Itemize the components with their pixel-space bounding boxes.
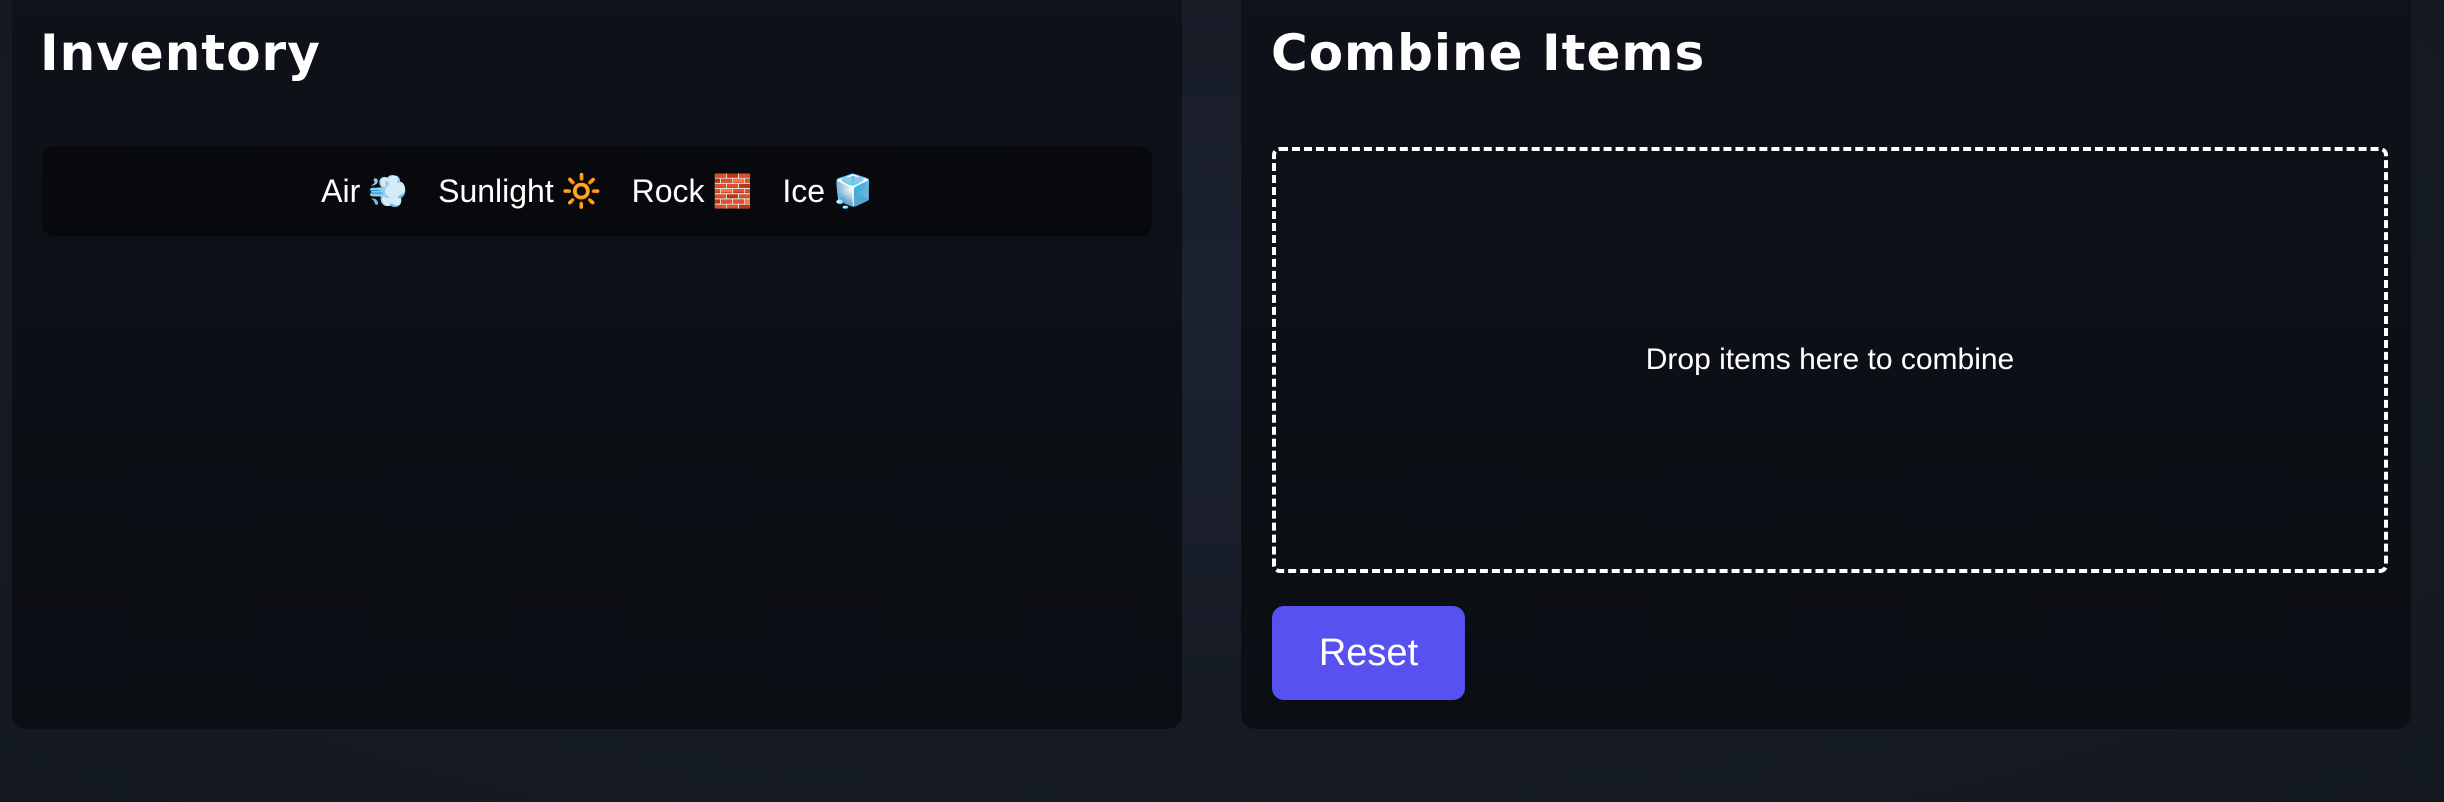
ice-icon: 🧊 — [833, 173, 873, 209]
inventory-item-sunlight[interactable]: Sunlight 🔆 — [438, 173, 601, 210]
drop-zone-hint: Drop items here to combine — [1645, 343, 2015, 376]
inventory-item-ice[interactable]: Ice 🧊 — [782, 173, 873, 210]
inventory-item-air[interactable]: Air 💨 — [321, 173, 408, 210]
inventory-item-rock[interactable]: Rock 🧱 — [632, 173, 753, 210]
combine-drop-zone[interactable]: Drop items here to combine — [1272, 147, 2388, 573]
rock-icon: 🧱 — [712, 173, 753, 209]
air-icon: 💨 — [368, 173, 409, 209]
inventory-item-label: Air — [321, 172, 361, 209]
sunlight-icon: 🔆 — [561, 173, 602, 209]
reset-button[interactable]: Reset — [1272, 606, 1465, 700]
combine-panel: Combine Items Drop items here to combine… — [1241, 0, 2411, 729]
inventory-panel: Inventory Air 💨 Sunlight 🔆 Rock 🧱 Ice 🧊 — [12, 0, 1182, 729]
inventory-item-label: Sunlight — [438, 172, 554, 209]
combine-title: Combine Items — [1271, 24, 1706, 82]
inventory-item-label: Rock — [631, 172, 705, 209]
inventory-item-label: Ice — [782, 172, 826, 209]
inventory-list: Air 💨 Sunlight 🔆 Rock 🧱 Ice 🧊 — [42, 146, 1152, 236]
inventory-title: Inventory — [40, 24, 321, 82]
